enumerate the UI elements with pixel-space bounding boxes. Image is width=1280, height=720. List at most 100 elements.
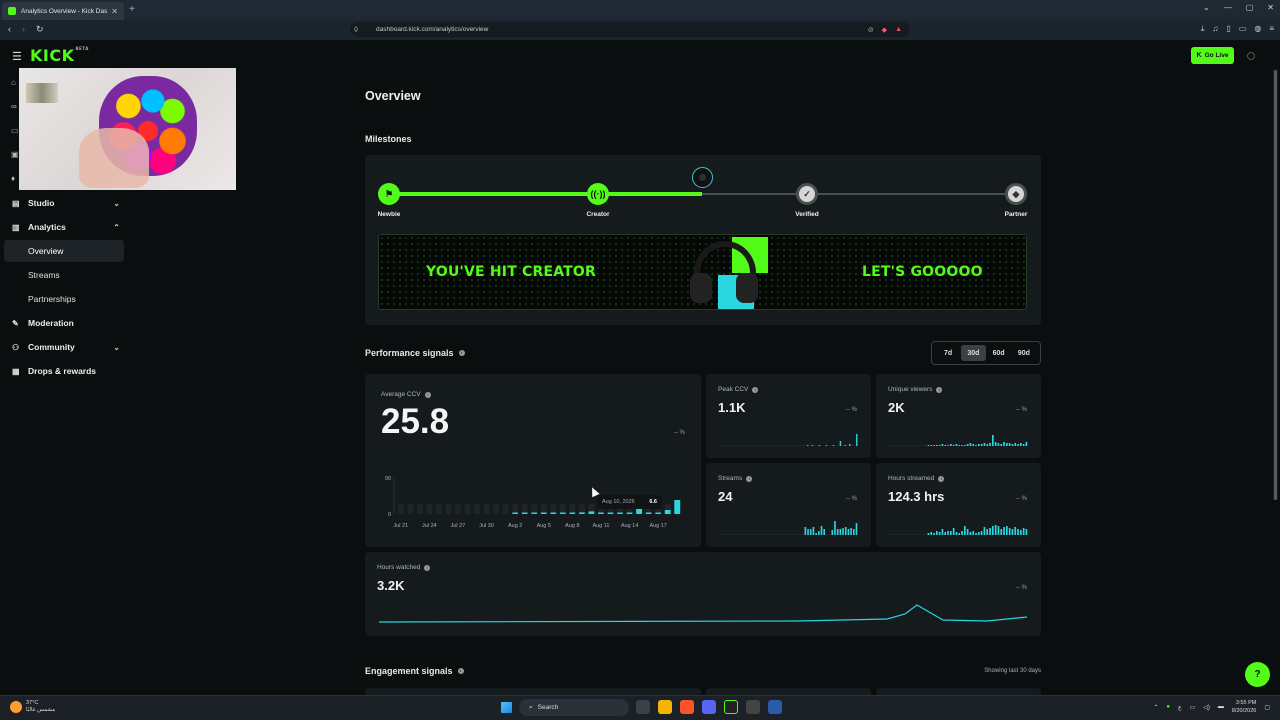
sidebar-subitem-overview[interactable]: Overview	[4, 240, 124, 262]
info-icon[interactable]: i	[424, 391, 431, 398]
search-icon[interactable]	[1247, 52, 1255, 60]
volume-icon[interactable]: ◁)	[1203, 704, 1210, 711]
weather-desc: مشمس غالبًا	[26, 707, 56, 713]
brave-browser-icon[interactable]	[680, 700, 694, 714]
bar	[569, 512, 576, 514]
engagement-card	[876, 688, 1041, 695]
creator-banner: YOU'VE HIT CREATOR LET'S GOOOOO	[378, 234, 1027, 310]
bar	[540, 512, 547, 514]
weather-temp: 37°C	[26, 700, 39, 706]
info-icon[interactable]: i	[457, 668, 464, 674]
new-tab-button[interactable]: +	[129, 4, 135, 15]
x-tick-label: Jul 21	[393, 523, 408, 529]
range-90d[interactable]: 90d	[1012, 345, 1036, 361]
spark-bar	[804, 445, 807, 446]
hamburger-menu-icon[interactable]: ☰	[12, 50, 22, 63]
file-explorer-icon[interactable]	[658, 700, 672, 714]
sidebar-item-community[interactable]: ⚇ Community ⌄	[12, 340, 120, 354]
weather-widget[interactable]: 37°C مشمس غالبًا	[10, 700, 55, 714]
spark-bar	[927, 533, 930, 535]
settings-icon[interactable]	[768, 700, 782, 714]
spark-bar	[850, 528, 852, 535]
notifications-icon[interactable]: ▢	[1264, 704, 1270, 711]
webcam-thumbnail	[26, 83, 58, 103]
info-icon[interactable]: i	[752, 386, 759, 393]
info-icon[interactable]: i	[938, 475, 945, 482]
spark-bar	[837, 445, 839, 446]
mic-icon[interactable]: ●	[1166, 704, 1170, 710]
info-icon[interactable]: i	[746, 475, 753, 482]
battery-icon[interactable]: ▬	[1218, 704, 1224, 710]
badge-icon[interactable]: ♦	[11, 174, 19, 183]
spark-bar	[980, 444, 983, 446]
clock[interactable]: 3:55 PM 8/20/2026	[1232, 699, 1256, 715]
sidebar-icon[interactable]: ▯	[1226, 24, 1230, 34]
address-bar[interactable]: ◊ dashboard.kick.com/analytics/overview …	[350, 22, 910, 37]
bar-placeholder	[426, 504, 433, 514]
music-icon[interactable]: ♫	[1212, 24, 1218, 34]
spark-bar	[902, 445, 905, 446]
chat-icon[interactable]: ▣	[11, 150, 19, 159]
task-view-icon[interactable]	[636, 700, 650, 714]
chevron-down-icon[interactable]: ⌄	[113, 343, 120, 352]
network-icon[interactable]: ▭	[1190, 704, 1196, 711]
sidebar-item-studio[interactable]: ▤ Studio ⌄	[12, 196, 120, 210]
bookmark-icon[interactable]: ◊	[354, 25, 358, 34]
sidebar-item-moderation[interactable]: ✎ Moderation	[12, 316, 120, 330]
help-chat-button[interactable]: ?	[1245, 662, 1270, 687]
taskbar-search[interactable]: ⌕ Search	[519, 699, 629, 716]
peak-ccv-card: Peak CCV i 1.1K -- %	[706, 374, 871, 458]
x-tick-label: Aug 14	[621, 523, 638, 529]
sidebar-item-analytics[interactable]: ▥ Analytics ⌃	[12, 220, 120, 234]
mute-icon[interactable]: ⊘	[868, 26, 874, 34]
chrome-icon[interactable]	[746, 700, 760, 714]
spark-bar	[936, 531, 938, 535]
url-text[interactable]: dashboard.kick.com/analytics/overview	[376, 26, 488, 33]
info-icon[interactable]: i	[424, 564, 431, 571]
shield-icon[interactable]: ◆	[882, 26, 887, 34]
back-icon[interactable]: ‹	[8, 24, 11, 34]
chevron-down-icon[interactable]: ⌄	[113, 199, 120, 208]
spark-bar	[908, 534, 910, 535]
info-icon[interactable]: i	[936, 386, 943, 393]
sidebar-item-drops[interactable]: ▦ Drops & rewards	[12, 364, 120, 378]
forward-icon[interactable]: ›	[22, 24, 25, 34]
windows-start-icon[interactable]	[501, 702, 512, 713]
sidebar-subitem-streams[interactable]: Streams	[4, 264, 124, 286]
chevron-up-icon[interactable]: ⌃	[1153, 704, 1158, 711]
range-60d[interactable]: 60d	[987, 345, 1011, 361]
unique-viewers-sparkline	[888, 435, 1028, 446]
minimize-button[interactable]: —	[1224, 3, 1232, 12]
rewards-icon[interactable]: ▲	[895, 26, 902, 34]
tab-search-button[interactable]: ⌄	[1203, 3, 1210, 12]
wallet-icon[interactable]: ▭	[1239, 24, 1247, 34]
language-indicator[interactable]: ع	[1178, 704, 1182, 711]
kick-logo[interactable]: KICKBETA	[30, 46, 89, 65]
vpn-icon[interactable]: ◍	[1254, 24, 1261, 34]
obs-icon[interactable]	[724, 700, 738, 714]
home-icon[interactable]: ⌂	[11, 78, 19, 87]
scrollbar-thumb[interactable]	[1274, 70, 1277, 500]
chevron-up-icon[interactable]: ⌃	[113, 223, 120, 232]
maximize-button[interactable]: ▢	[1246, 3, 1254, 12]
download-icon[interactable]: ⤓	[1201, 24, 1205, 34]
hours-streamed-card: Hours streamed i 124.3 hrs -- %	[876, 463, 1041, 547]
menu-icon[interactable]: ≡	[1269, 24, 1274, 34]
range-7d[interactable]: 7d	[936, 345, 960, 361]
link-icon[interactable]: ∞	[11, 102, 19, 111]
monitor-icon[interactable]: ▭	[11, 126, 19, 135]
spark-bar	[769, 445, 772, 446]
spark-bar	[720, 445, 723, 446]
scrollbar[interactable]	[1273, 70, 1278, 500]
reload-icon[interactable]: ↻	[36, 24, 44, 35]
go-live-button[interactable]: K Go Live	[1191, 47, 1234, 64]
browser-tab[interactable]: Analytics Overview - Kick Dashb... ✕	[2, 2, 124, 20]
info-icon[interactable]: i	[458, 350, 465, 356]
spark-bar	[791, 534, 793, 535]
range-30d[interactable]: 30d	[961, 345, 986, 361]
close-window-button[interactable]: ✕	[1267, 3, 1274, 12]
spark-bar	[1006, 526, 1008, 535]
sidebar-subitem-partnerships[interactable]: Partnerships	[4, 288, 124, 310]
discord-icon[interactable]	[702, 700, 716, 714]
tab-close-icon[interactable]: ✕	[111, 7, 118, 16]
